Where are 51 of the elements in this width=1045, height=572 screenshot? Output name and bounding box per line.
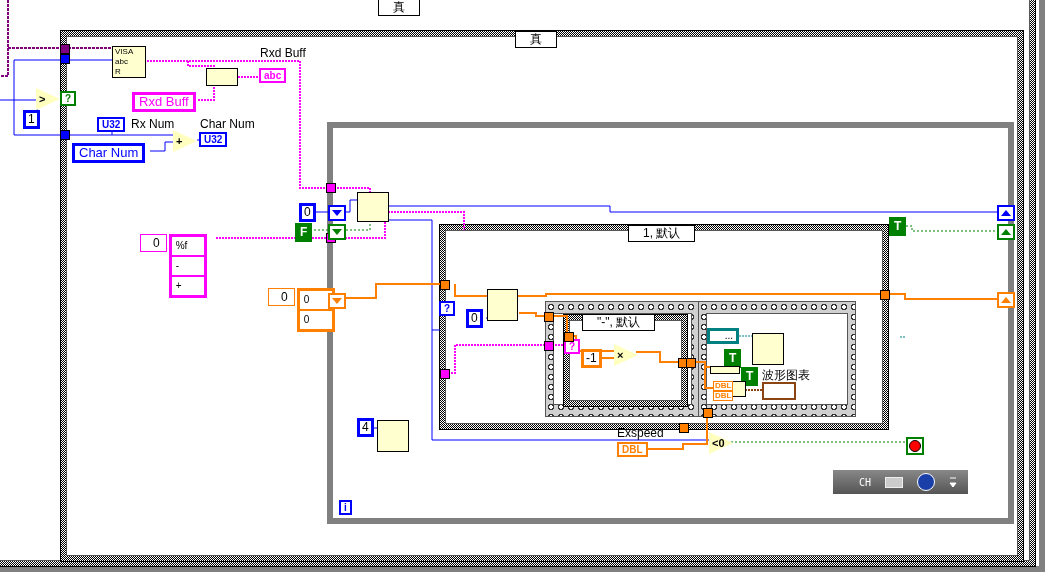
triangle-icon (1001, 297, 1011, 303)
node-label: Rxd Buff (260, 46, 306, 60)
stop-terminal[interactable] (906, 437, 924, 455)
array-element[interactable]: + (171, 277, 204, 295)
case-selector[interactable]: "-", 默认 (582, 314, 656, 331)
node-label: Rx Num (131, 117, 175, 131)
constant[interactable]: T (724, 349, 742, 368)
local-variable[interactable]: Char Num (72, 143, 146, 163)
constant[interactable]: 4 (357, 418, 374, 437)
constant[interactable]: 0 (299, 203, 316, 222)
tunnel (326, 183, 336, 193)
language-indicator[interactable]: CH (859, 476, 872, 488)
constant[interactable]: F (295, 223, 313, 242)
constant[interactable]: 1 (23, 110, 40, 129)
triangle-icon (1001, 229, 1011, 235)
tunnel (679, 423, 689, 433)
terminal[interactable]: i (339, 500, 352, 515)
array-element[interactable]: 0 (299, 311, 332, 329)
triangle-icon (1001, 210, 1011, 216)
triangle-icon (332, 210, 342, 216)
input-type: DBL (713, 391, 734, 401)
array-element[interactable]: %f (171, 237, 204, 255)
tunnel (880, 290, 890, 300)
case-selector[interactable]: 真 (378, 0, 420, 16)
array-index[interactable]: 0 (268, 288, 295, 306)
tunnel (703, 408, 713, 418)
triangle-icon (332, 298, 342, 304)
waveform-chart-terminal[interactable] (762, 382, 796, 400)
array-index[interactable]: 0 (140, 234, 167, 252)
array-element[interactable]: 0 (299, 291, 332, 309)
terminal[interactable]: ? (60, 91, 77, 106)
node-label: Exspeed (617, 426, 664, 440)
terminal[interactable]: U32 (97, 117, 126, 132)
options-icon[interactable] (949, 476, 958, 488)
triangle-icon (332, 229, 342, 235)
node-label: 波形图表 (762, 367, 810, 384)
stop-icon (909, 440, 921, 452)
constant[interactable]: T (889, 217, 907, 236)
node-label: Char Num (200, 117, 255, 131)
tunnel (440, 280, 450, 290)
case-selector[interactable]: 1, 默认 (628, 225, 696, 242)
terminal[interactable]: U32 (199, 132, 228, 147)
tunnel (440, 369, 450, 379)
tunnel (60, 130, 70, 140)
constant[interactable]: 0 (466, 309, 483, 328)
terminal[interactable]: ? (439, 301, 456, 316)
array-element[interactable]: - (171, 257, 204, 275)
visa-read-node[interactable]: VISA abc R (112, 46, 146, 78)
constant[interactable]: -1 (581, 349, 602, 368)
cluster-constant[interactable]: ... (707, 328, 739, 344)
case-selector[interactable]: 真 (515, 31, 557, 48)
